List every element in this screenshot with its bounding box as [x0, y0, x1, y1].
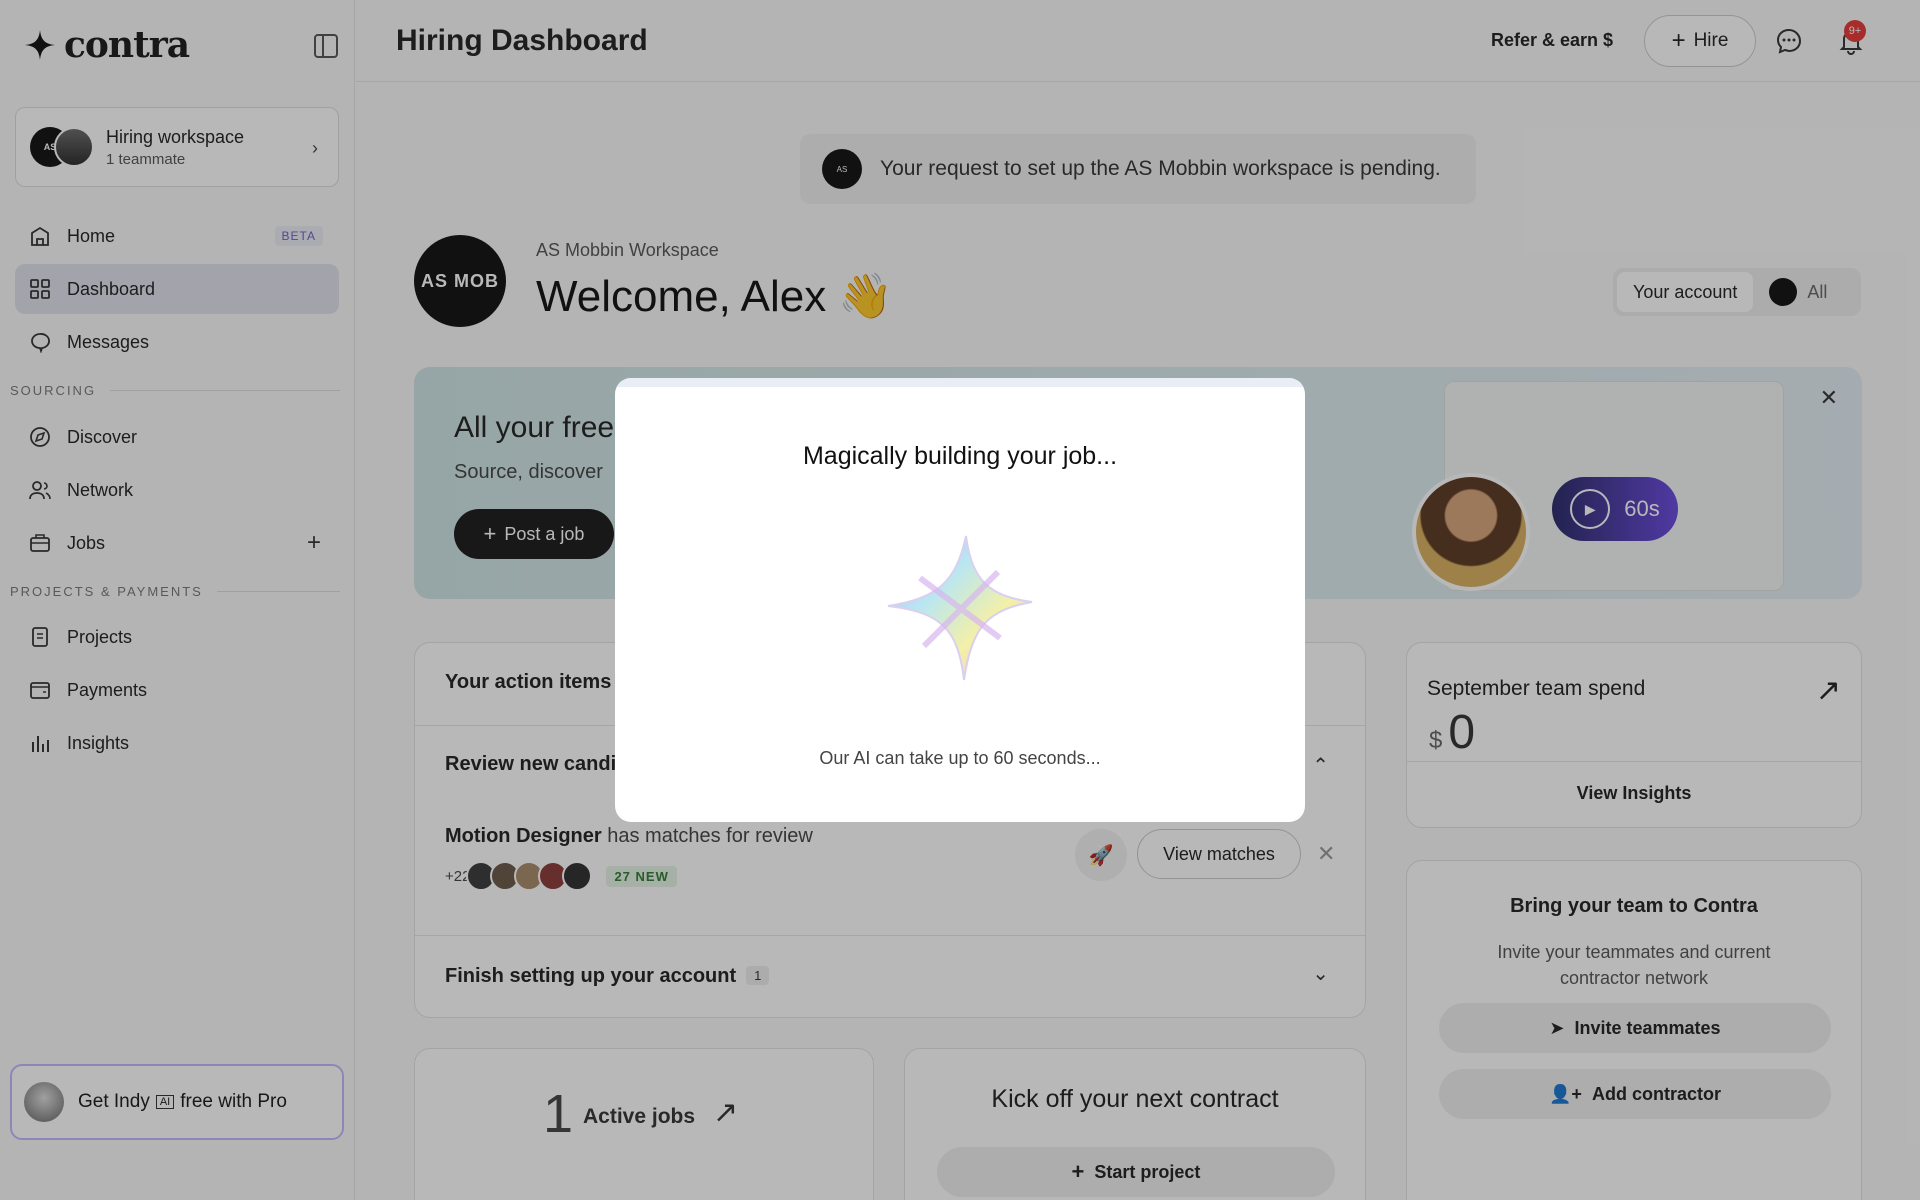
progress-bar: [615, 378, 1305, 387]
ai-sparkle-icon: [887, 535, 1033, 681]
building-job-modal: Magically building your job... Our AI ca…: [615, 378, 1305, 822]
modal-title: Magically building your job...: [802, 442, 1118, 470]
modal-note: Our AI can take up to 60 seconds...: [819, 748, 1101, 768]
